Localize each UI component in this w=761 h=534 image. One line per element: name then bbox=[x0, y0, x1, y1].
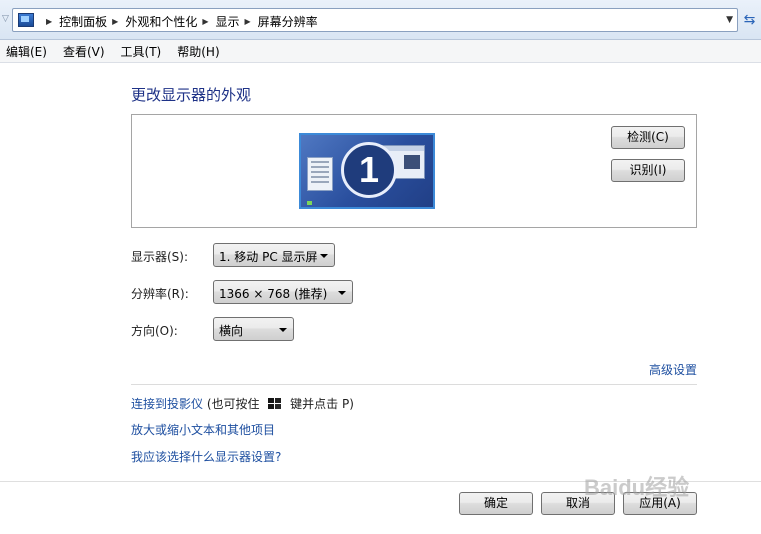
ok-button[interactable]: 确定 bbox=[459, 492, 533, 515]
window-thumbnail bbox=[307, 157, 333, 191]
start-orb-icon bbox=[307, 201, 312, 205]
chevron-down-icon bbox=[279, 328, 287, 332]
resolution-select[interactable]: 1366 × 768 (推荐) bbox=[213, 280, 353, 304]
monitor-preview-panel: 1 检测(C) 识别(I) bbox=[131, 114, 697, 228]
chevron-down-icon bbox=[320, 254, 328, 258]
orientation-label: 方向(O): bbox=[131, 324, 178, 338]
resolution-label: 分辨率(R): bbox=[131, 287, 189, 301]
page-title: 更改显示器的外观 bbox=[131, 86, 252, 104]
address-bar: ▽ ▶ 控制面板 ▶ 外观和个性化 ▶ 显示 ▶ 屏幕分辨率 ▼ ⇆ bbox=[0, 0, 761, 40]
divider bbox=[131, 384, 697, 385]
advanced-settings-link[interactable]: 高级设置 bbox=[649, 361, 697, 378]
baidu-watermark: Baidu经验 bbox=[584, 475, 690, 500]
chevron-down-icon bbox=[338, 291, 346, 295]
menu-tools[interactable]: 工具(T) bbox=[121, 43, 162, 60]
breadcrumb-arrow-icon[interactable]: ▶ bbox=[112, 17, 118, 26]
which-settings-link[interactable]: 我应该选择什么显示器设置? bbox=[131, 448, 281, 465]
breadcrumb-control-panel[interactable]: 控制面板 bbox=[59, 13, 107, 30]
menu-view[interactable]: 查看(V) bbox=[63, 43, 105, 60]
breadcrumb-arrow-icon[interactable]: ▶ bbox=[202, 17, 208, 26]
refresh-icon[interactable]: ⇆ bbox=[740, 10, 759, 30]
monitor-number-badge: 1 bbox=[341, 142, 397, 198]
orientation-select-value: 横向 bbox=[219, 324, 244, 338]
connect-projector-link[interactable]: 连接到投影仪 bbox=[131, 397, 203, 411]
address-dropdown-icon[interactable]: ▼ bbox=[726, 15, 733, 25]
display-select[interactable]: 1. 移动 PC 显示屏 bbox=[213, 243, 335, 267]
breadcrumb-arrow-icon[interactable]: ▶ bbox=[46, 17, 52, 26]
display-select-value: 1. 移动 PC 显示屏 bbox=[219, 250, 318, 264]
breadcrumb-arrow-icon[interactable]: ▶ bbox=[245, 17, 251, 26]
menu-edit[interactable]: 编辑(E) bbox=[6, 43, 47, 60]
projector-row: 连接到投影仪 (也可按住 键并点击 P) bbox=[131, 395, 354, 412]
menu-help[interactable]: 帮助(H) bbox=[177, 43, 219, 60]
text-size-link[interactable]: 放大或缩小文本和其他项目 bbox=[131, 421, 275, 438]
breadcrumb-screen-resolution[interactable]: 屏幕分辨率 bbox=[258, 13, 318, 30]
windows-key-icon bbox=[268, 398, 282, 410]
identify-button[interactable]: 识别(I) bbox=[611, 159, 685, 182]
monitor-icon[interactable]: 1 bbox=[299, 133, 435, 209]
breadcrumb-display[interactable]: 显示 bbox=[216, 13, 240, 30]
breadcrumb[interactable]: ▶ 控制面板 ▶ 外观和个性化 ▶ 显示 ▶ 屏幕分辨率 ▼ bbox=[12, 8, 738, 32]
nav-history-dropdown-icon[interactable]: ▽ bbox=[2, 14, 9, 24]
display-label: 显示器(S): bbox=[131, 250, 189, 264]
breadcrumb-appearance[interactable]: 外观和个性化 bbox=[125, 13, 197, 30]
menu-bar: 编辑(E) 查看(V) 工具(T) 帮助(H) bbox=[0, 40, 761, 63]
projector-hint-text: (也可按住 bbox=[203, 397, 264, 411]
resolution-select-value: 1366 × 768 (推荐) bbox=[219, 287, 328, 301]
projector-hint-text-end: 键并点击 P) bbox=[286, 397, 354, 411]
detect-button[interactable]: 检测(C) bbox=[611, 126, 685, 149]
control-panel-icon bbox=[18, 13, 34, 27]
orientation-select[interactable]: 横向 bbox=[213, 317, 294, 341]
